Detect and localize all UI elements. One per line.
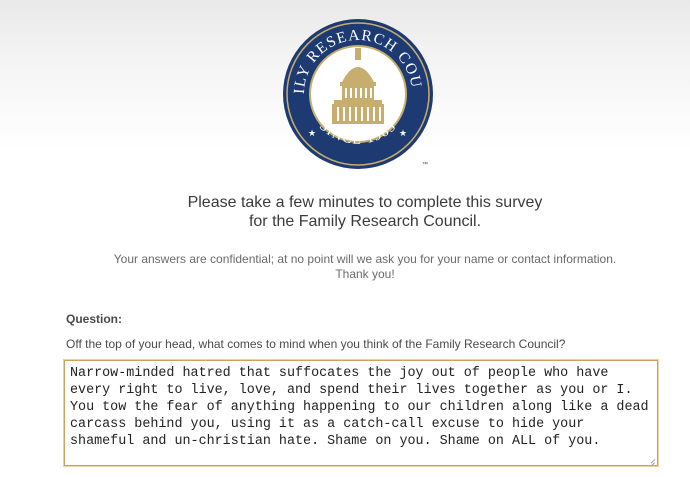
confidential-line-2: Thank you! — [335, 267, 395, 281]
logo-star-right-icon: ★ — [399, 128, 407, 138]
frc-logo-seal: FAMILY RESEARCH COUNCIL SINCE 1983 ★ ★ ™ — [275, 0, 434, 176]
question-label: Question: — [66, 312, 122, 326]
resize-grip-icon[interactable] — [647, 455, 655, 463]
answer-text: Narrow-minded hatred that suffocates the… — [70, 366, 649, 449]
intro-line-1: Please take a few minutes to complete th… — [187, 194, 543, 211]
answer-textarea[interactable]: Narrow-minded hatred that suffocates the… — [64, 360, 658, 466]
survey-intro: Please take a few minutes to complete th… — [0, 193, 690, 231]
confidentiality-notice: Your answers are confidential; at no poi… — [0, 252, 690, 282]
intro-line-2: for the Family Research Council. — [248, 213, 482, 230]
confidential-line-1: Your answers are confidential; at no poi… — [113, 252, 617, 266]
question-text: Off the top of your head, what comes to … — [66, 337, 566, 351]
logo-trademark: ™ — [422, 161, 428, 168]
logo-star-left-icon: ★ — [308, 128, 316, 138]
